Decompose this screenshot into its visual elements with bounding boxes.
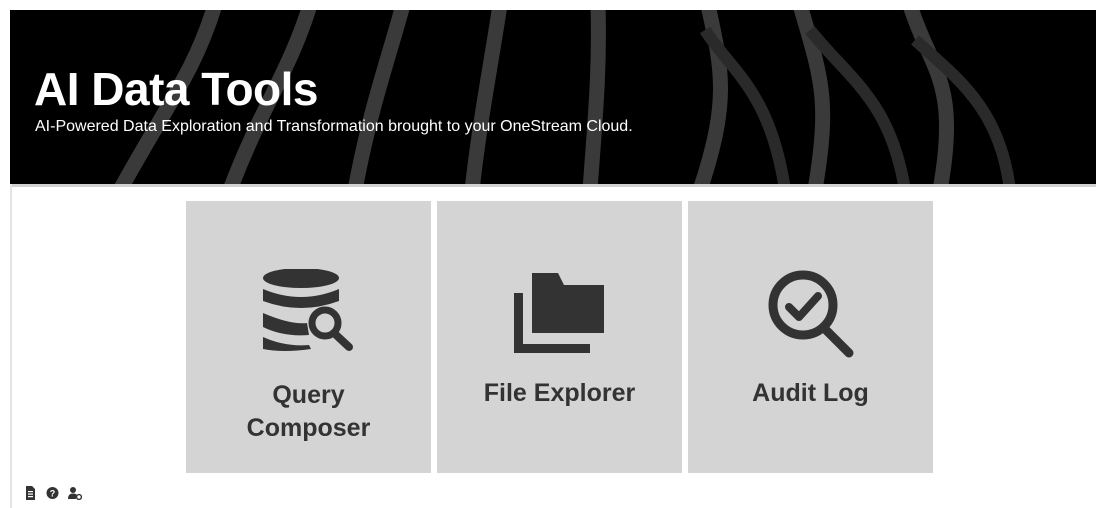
query-composer-tile[interactable]: Query Composer [186,201,431,473]
footer-toolbar: ? [24,486,82,500]
tool-tiles: Query Composer File Explorer Audit Log [186,201,933,473]
folder-stack-icon [437,269,682,353]
file-explorer-label: File Explorer [483,379,636,407]
audit-log-tile[interactable]: Audit Log [688,201,933,473]
user-settings-icon[interactable] [68,486,82,500]
database-search-icon [186,269,431,353]
svg-text:?: ? [50,489,56,499]
left-border [10,184,12,508]
header-banner: AI Data Tools AI-Powered Data Exploratio… [10,10,1096,184]
help-icon[interactable]: ? [46,486,59,500]
magnifier-check-icon [688,269,933,359]
app-page: AI Data Tools AI-Powered Data Exploratio… [0,0,1096,508]
query-composer-label: Query Composer [246,381,371,442]
page-subtitle: AI-Powered Data Exploration and Transfor… [35,118,633,135]
audit-log-label: Audit Log [752,379,869,407]
banner-divider [10,184,1096,187]
document-icon[interactable] [24,486,37,500]
file-explorer-tile[interactable]: File Explorer [437,201,682,473]
page-title: AI Data Tools [34,63,319,115]
